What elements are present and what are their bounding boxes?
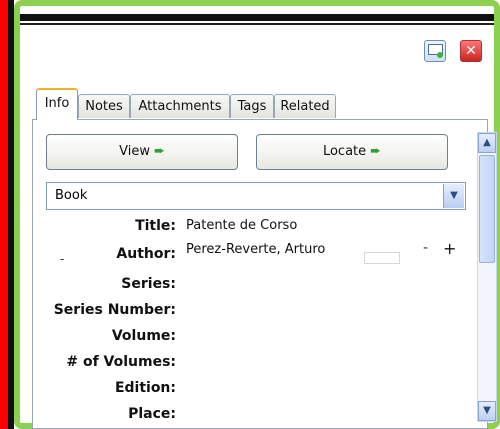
top-divider xyxy=(20,14,494,21)
new-window-icon[interactable] xyxy=(424,40,446,62)
view-button[interactable]: View ➨ xyxy=(46,134,238,170)
tab-info[interactable]: Info xyxy=(36,88,78,120)
view-button-label: View xyxy=(119,144,150,159)
close-icon[interactable]: ✕ xyxy=(460,40,482,62)
locate-button-label: Locate xyxy=(322,144,367,159)
field-label: Series Number: xyxy=(53,302,176,318)
vertical-scrollbar[interactable]: ▲ ▼ xyxy=(477,132,497,422)
field-label: Title: xyxy=(135,218,176,234)
top-divider-line xyxy=(20,23,494,25)
field-label: Series: xyxy=(121,276,176,292)
tab-bar: Info Notes Attachments Tags Related xyxy=(36,88,346,120)
field-label: Edition: xyxy=(114,380,176,396)
author-field[interactable]: Perez-Reverte, Arturo xyxy=(186,242,325,257)
item-type-select[interactable]: Book ▼ xyxy=(46,182,466,210)
field-label: # of Volumes: xyxy=(66,354,176,370)
item-pane: ✕ Info Notes Attachments Tags Related Vi… xyxy=(14,0,500,429)
field-label: Author: xyxy=(116,246,176,262)
chevron-down-icon[interactable]: ▼ xyxy=(443,184,464,208)
remove-author-button[interactable]: - xyxy=(423,240,428,256)
scroll-down-icon[interactable]: ▼ xyxy=(478,401,496,421)
field-label: Place: xyxy=(128,406,176,422)
scroll-thumb[interactable] xyxy=(479,155,495,263)
tab-tags[interactable]: Tags xyxy=(230,94,274,118)
scroll-up-icon[interactable]: ▲ xyxy=(478,133,496,153)
field-label: Volume: xyxy=(111,328,176,344)
author-firstname-field[interactable] xyxy=(364,252,400,264)
green-arrow-icon: ➨ xyxy=(153,144,165,159)
tab-notes[interactable]: Notes xyxy=(78,94,130,118)
author-menu-icon[interactable]: - xyxy=(60,252,64,266)
title-field[interactable]: Patente de Corso xyxy=(186,218,297,233)
item-type-value: Book xyxy=(55,188,88,203)
left-red-bar xyxy=(0,0,8,429)
locate-button[interactable]: Locate ➨ xyxy=(256,134,448,170)
green-arrow-icon: ➨ xyxy=(370,144,382,159)
tab-attachments[interactable]: Attachments xyxy=(130,94,230,118)
add-author-button[interactable]: + xyxy=(443,239,456,258)
tab-related[interactable]: Related xyxy=(274,94,336,118)
